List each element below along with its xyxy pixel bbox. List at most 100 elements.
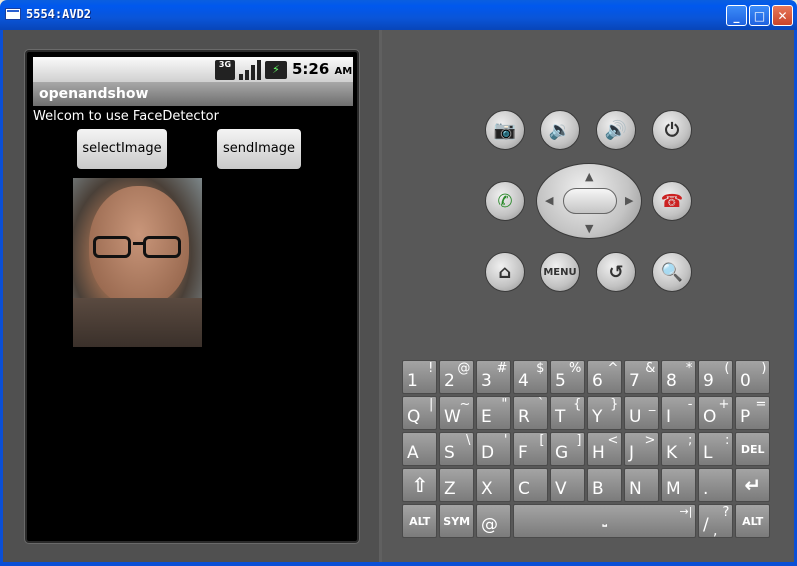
key-row4-1[interactable]: Z bbox=[439, 468, 475, 502]
key-alt-label: ; bbox=[688, 433, 693, 448]
key-row1-7[interactable]: 8 * bbox=[661, 360, 697, 394]
end-call-button[interactable]: ☎ bbox=[652, 181, 692, 221]
back-button[interactable]: ↺ bbox=[596, 252, 636, 292]
key-row3-7[interactable]: K; bbox=[661, 432, 697, 466]
key-label: 4 bbox=[518, 371, 529, 391]
key-alt-label: * bbox=[685, 361, 693, 376]
camera-button[interactable]: 📷 bbox=[485, 110, 525, 150]
key-alt-label: < bbox=[607, 433, 619, 448]
minimize-button[interactable]: _ bbox=[726, 5, 747, 26]
key-label: 1 bbox=[407, 371, 418, 391]
key-label: SYM bbox=[443, 514, 471, 528]
key-row3-3[interactable]: F[ bbox=[513, 432, 549, 466]
phone-screen[interactable]: 3G ⚡ 5:26 AM openandshow Welcom to use F… bbox=[25, 50, 359, 543]
at-key[interactable]: @ bbox=[476, 504, 512, 538]
dpad[interactable]: ▲ ▼ ◀ ▶ bbox=[536, 163, 642, 239]
key-label: 2 bbox=[444, 371, 455, 391]
key-row4-0[interactable]: ⇧ bbox=[402, 468, 438, 502]
clock-ampm: AM bbox=[334, 66, 353, 77]
key-row2-1[interactable]: W ~ bbox=[439, 396, 475, 430]
menu-button[interactable]: MENU bbox=[540, 252, 580, 292]
key-row2-2[interactable]: E " bbox=[476, 396, 512, 430]
key-row3-5[interactable]: H < bbox=[587, 432, 623, 466]
home-button[interactable]: ⌂ bbox=[485, 252, 525, 292]
key-row1-3[interactable]: 4 $ bbox=[513, 360, 549, 394]
select-image-button[interactable]: selectImage bbox=[77, 129, 167, 169]
call-button[interactable]: ✆ bbox=[485, 181, 525, 221]
close-icon: ✕ bbox=[777, 8, 788, 23]
key-label: 9 bbox=[703, 371, 714, 391]
key-row2-9[interactable]: P = bbox=[735, 396, 771, 430]
key-row4-6[interactable]: N bbox=[624, 468, 660, 502]
key-row2-4[interactable]: T{ bbox=[550, 396, 586, 430]
key-row2-5[interactable]: Y} bbox=[587, 396, 623, 430]
welcome-text: Welcom to use FaceDetector bbox=[33, 109, 219, 124]
key-row2-6[interactable]: U _ bbox=[624, 396, 660, 430]
key-alt-label: | bbox=[429, 397, 434, 412]
key-row4-4[interactable]: V bbox=[550, 468, 586, 502]
dpad-left-icon[interactable]: ◀ bbox=[545, 194, 553, 207]
key-label: V bbox=[555, 479, 567, 499]
key-row2-3[interactable]: R ` bbox=[513, 396, 549, 430]
key-row2-0[interactable]: Q | bbox=[402, 396, 438, 430]
dpad-center-button[interactable] bbox=[563, 188, 617, 214]
key-label: W bbox=[444, 407, 461, 427]
key-row1-6[interactable]: 7 & bbox=[624, 360, 660, 394]
alt-right-key[interactable]: ALT bbox=[735, 504, 771, 538]
key-label: 5 bbox=[555, 371, 566, 391]
key-label: R bbox=[518, 407, 530, 427]
alt-left-key[interactable]: ALT bbox=[402, 504, 438, 538]
window-app-icon bbox=[5, 8, 21, 20]
key-row1-2[interactable]: 3 # bbox=[476, 360, 512, 394]
key-row1-5[interactable]: 6 ^ bbox=[587, 360, 623, 394]
key-alt-label: " bbox=[501, 397, 508, 412]
close-button[interactable]: ✕ bbox=[772, 5, 793, 26]
key-row4-3[interactable]: C bbox=[513, 468, 549, 502]
dpad-down-icon[interactable]: ▼ bbox=[585, 222, 593, 235]
key-label: ALT bbox=[742, 514, 764, 528]
key-row3-9[interactable]: DEL bbox=[735, 432, 771, 466]
maximize-button[interactable]: □ bbox=[749, 5, 770, 26]
key-row4-8[interactable]: . bbox=[698, 468, 734, 502]
key-row3-0[interactable]: A bbox=[402, 432, 438, 466]
volume-up-icon: 🔊 bbox=[604, 119, 628, 141]
volume-down-button[interactable]: 🔉 bbox=[540, 110, 580, 150]
key-row2-7[interactable]: I- bbox=[661, 396, 697, 430]
key-row3-1[interactable]: S \ bbox=[439, 432, 475, 466]
key-alt-label: ] bbox=[576, 433, 582, 448]
send-image-button[interactable]: sendImage bbox=[217, 129, 301, 169]
key-label: T bbox=[555, 407, 566, 427]
dpad-right-icon[interactable]: ▶ bbox=[625, 194, 633, 207]
key-row3-6[interactable]: J > bbox=[624, 432, 660, 466]
key-row1-4[interactable]: 5% bbox=[550, 360, 586, 394]
key-alt-label: $ bbox=[536, 361, 545, 376]
power-button[interactable]: ⏻ bbox=[652, 110, 692, 150]
key-row4-2[interactable]: X bbox=[476, 468, 512, 502]
key-row4-9[interactable]: ↵ bbox=[735, 468, 771, 502]
key-alt-label: : bbox=[725, 433, 730, 448]
key-label: F bbox=[518, 443, 528, 463]
key-row1-9[interactable]: 0) bbox=[735, 360, 771, 394]
dpad-up-icon[interactable]: ▲ bbox=[585, 170, 593, 183]
space-key[interactable]: ⎵ →| bbox=[513, 504, 697, 538]
window-titlebar[interactable]: 5554:AVD2 _ □ ✕ bbox=[0, 0, 797, 30]
key-row1-8[interactable]: 9( bbox=[698, 360, 734, 394]
camera-icon: 📷 bbox=[493, 119, 517, 141]
key-row3-4[interactable]: G] bbox=[550, 432, 586, 466]
key-row2-8[interactable]: O + bbox=[698, 396, 734, 430]
key-row1-0[interactable]: 1! bbox=[402, 360, 438, 394]
key-label: P bbox=[740, 407, 751, 427]
key-label: A bbox=[407, 443, 419, 463]
slash-key[interactable]: /?, bbox=[698, 504, 734, 539]
key-row3-2[interactable]: D ' bbox=[476, 432, 512, 466]
key-row3-8[interactable]: L: bbox=[698, 432, 734, 466]
sym-key[interactable]: SYM bbox=[439, 504, 475, 538]
key-label: Z bbox=[444, 479, 456, 499]
key-row4-5[interactable]: B bbox=[587, 468, 623, 502]
key-row1-1[interactable]: 2 @ bbox=[439, 360, 475, 394]
key-label: 8 bbox=[666, 371, 677, 391]
volume-up-button[interactable]: 🔊 bbox=[596, 110, 636, 150]
search-button[interactable]: 🔍 bbox=[652, 252, 692, 292]
key-comma-label: , bbox=[713, 523, 718, 539]
key-row4-7[interactable]: M bbox=[661, 468, 697, 502]
